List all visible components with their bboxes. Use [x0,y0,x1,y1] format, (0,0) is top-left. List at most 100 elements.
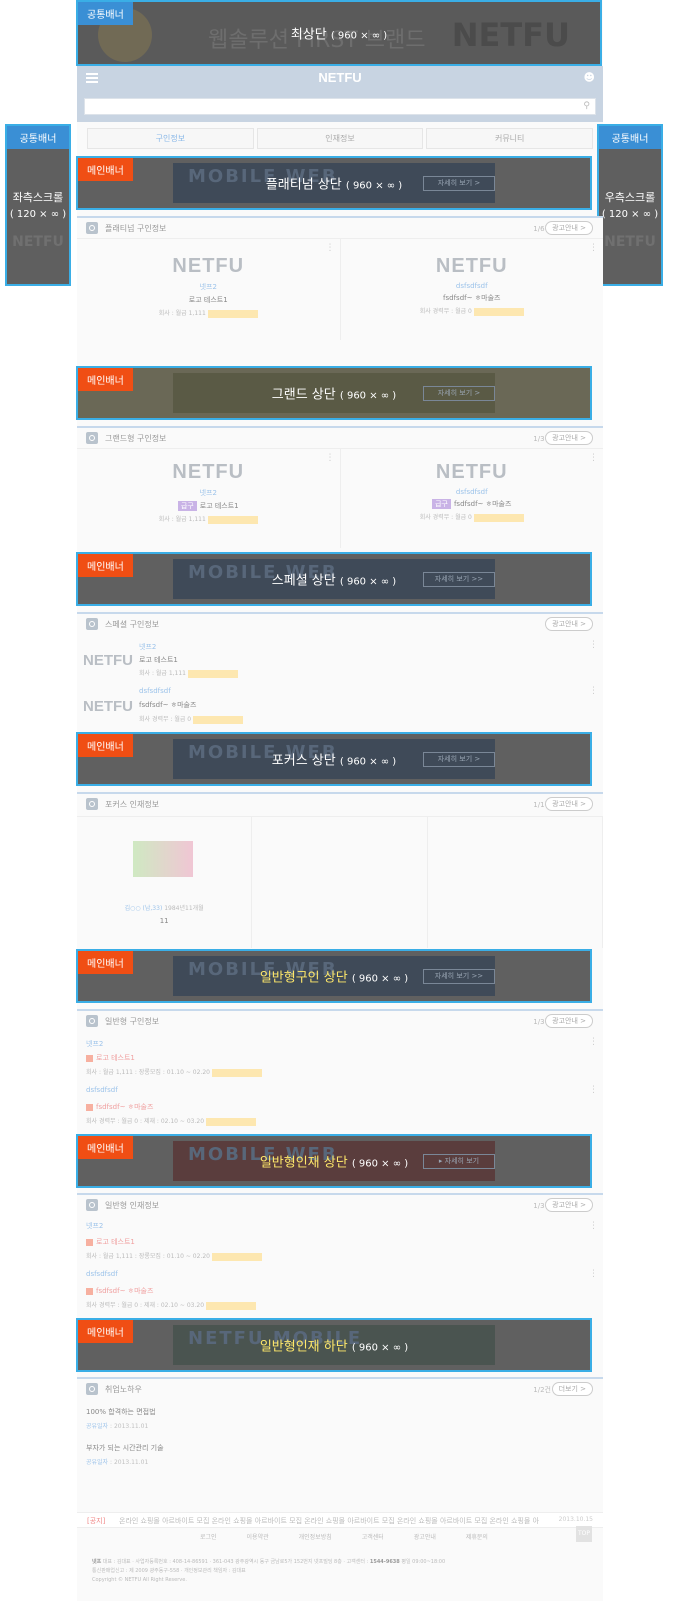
tab-community[interactable]: 커뮤니티 [426,128,594,149]
general-jobs-top-banner[interactable]: MOBILE WEB 자세히 보기 >> 메인배너 일반형구인 상단 ( 960… [76,949,592,1003]
left-scroll-banner[interactable]: 공통배너 NETFU 좌측스크롤( 120 × ∞ ) [5,124,71,286]
job-title: 급구 fsdfsdf~ ㅎ마술즈 [341,499,604,509]
more-icon[interactable]: ⋮ [326,453,335,463]
notice-ticker[interactable]: [공지] 온라인 쇼핑몰 아르바이트 모집 온라인 쇼핑몰 아르바이트 모집 온… [77,1512,603,1528]
company-name[interactable]: 넷프2 [86,1221,103,1231]
knowhow-title[interactable]: 부자가 되는 시간관리 기술 [86,1443,164,1453]
special-list: NETFU 넷프2 로고 테스트1 회사 : 월급 1,111 ⋮ NETFU … [77,634,603,730]
left-scroll-tag: 공통배너 [7,126,69,149]
job-pay: 회사 : 월급 1,111 [139,668,238,678]
company-logo: NETFU [435,255,508,277]
more-icon[interactable]: ⋮ [589,1085,598,1095]
footer-link-ads[interactable]: 광고안내 [414,1532,436,1548]
section-icon [86,222,98,234]
more-icon[interactable]: ⋮ [589,686,598,696]
banner-title: 그랜드 상단 ( 960 × ∞ ) [271,387,397,403]
job-pay: 회사 경력무 : 월급 0 : 제재 : 02.10 ~ 03.20 [86,1116,256,1126]
company-name[interactable]: dsfsdfsdf [86,1270,118,1278]
job-pay: 회사 경력무 : 월급 0 [341,306,604,316]
job-card[interactable]: ⋮ NETFU dsfsdfsdf 급구 fsdfsdf~ ㅎ마술즈 회사 경력무… [341,449,604,548]
job-icon [86,1287,93,1295]
general-talent-top-banner[interactable]: MOBILE WEB ▸ 자세히 보기 메인배너 일반형인재 상단 ( 960 … [76,1134,592,1188]
knowhow-title[interactable]: 100% 합격하는 면접법 [86,1407,156,1417]
footer-info: 넷프 대표 : 김대표 · 사업자등록번호 : 408-14-86591 · 3… [92,1559,446,1583]
more-icon[interactable]: ⋮ [589,1269,598,1279]
footer-link-privacy[interactable]: 개인정보방침 [299,1532,332,1548]
knowhow-section-header: 취업노하우 1/2건 더보기 > [77,1377,603,1399]
more-icon[interactable]: ⋮ [589,1221,598,1231]
section-title: 플래티넘 구인정보 [105,224,167,233]
ad-info-button[interactable]: 광고안내 > [545,797,593,811]
section-icon [86,798,98,810]
notice-date: 2013.10.15 [558,1516,593,1523]
knowhow-date: 공유일자 : 2013.11.01 [86,1423,149,1430]
general-jobs-section-header: 일반형 구인정보 1/3건 광고안내 > [77,1009,603,1031]
grand-section-header: 그랜드형 구인정보 1/3건 광고안내 > [77,426,603,448]
grand-top-banner[interactable]: 자세히 보기 > 메인배너 그랜드 상단 ( 960 × ∞ ) [76,366,592,420]
section-icon [86,432,98,444]
footer-link-partner[interactable]: 제휴문의 [466,1532,488,1548]
job-title[interactable]: 로고 테스트1 [139,655,178,665]
talent-card-empty [428,817,603,948]
company-name[interactable]: 넷프2 [139,642,156,652]
ad-info-button[interactable]: 광고안내 > [545,1014,593,1028]
footer-link-support[interactable]: 고객센터 [362,1532,384,1548]
job-title[interactable]: fsdfsdf~ ㅎ마술즈 [86,1286,153,1296]
more-icon[interactable]: ⋮ [589,243,598,253]
company-name[interactable]: dsfsdfsdf [86,1086,118,1094]
ad-info-button[interactable]: 광고안내 > [545,221,593,235]
job-icon [86,1238,93,1246]
company-name[interactable]: dsfsdfsdf [139,687,171,695]
job-title[interactable]: 로고 테스트1 [86,1237,135,1247]
more-button[interactable]: 더보기 > [551,1382,593,1396]
job-pay: 회사 : 월급 1,111 : 장롱모집 : 01.10 ~ 02.20 [86,1067,262,1077]
section-title: 포커스 인재정보 [105,800,160,809]
notice-message[interactable]: 온라인 쇼핑몰 아르바이트 모집 온라인 쇼핑몰 아르바이트 모집 온라인 쇼핑… [119,1516,539,1526]
tab-jobs[interactable]: 구인정보 [87,128,254,149]
job-title[interactable]: 로고 테스트1 [86,1053,135,1063]
right-scroll-ghost: NETFU [604,234,656,250]
footer-link-login[interactable]: 로그인 [200,1532,217,1548]
more-icon[interactable]: ⋮ [326,243,335,253]
focus-talent-grid: 김○○ (남,33) 1984년11개월 11 [77,816,603,948]
talent-card-empty [252,817,428,948]
top-banner-tag: 공통배너 [78,2,133,25]
right-scroll-banner[interactable]: 공통배너 NETFU 우측스크롤( 120 × ∞ ) [597,124,663,286]
platinum-top-banner[interactable]: MOBILE WEB 자세히 보기 > 메인배너 플래티넘 상단 ( 960 ×… [76,156,592,210]
more-icon[interactable]: ⋮ [589,1037,598,1047]
special-section-header: 스페셜 구인정보 광고안내 > [77,612,603,634]
talent-sub: 11 [159,917,169,925]
platinum-section-header: 플래티넘 구인정보 1/6건 광고안내 > [77,216,603,238]
company-name: dsfsdfsdf [455,488,488,496]
focus-top-banner[interactable]: MOBILE WEB 자세히 보기 > 메인배너 포커스 상단 ( 960 × … [76,732,592,786]
more-icon[interactable]: ⋮ [589,453,598,463]
special-top-banner[interactable]: MOBILE WEB 자세히 보기 >> 메인배너 스페셜 상단 ( 960 ×… [76,552,592,606]
company-name: dsfsdfsdf [455,282,488,290]
user-icon[interactable]: ☻ [584,71,595,84]
ad-info-button[interactable]: 광고안내 > [545,431,593,445]
general-talent-bottom-banner[interactable]: NETFU MOBILE 메인배너 일반형인재 하단 ( 960 × ∞ ) [76,1318,592,1372]
top-banner[interactable]: 웹솔루션 FIRST 브랜드 NETFU 공통배너 최상단 ( 960 × ∞ … [76,0,602,66]
search-icon[interactable]: ⚲ [583,101,590,111]
talent-card[interactable]: 김○○ (남,33) 1984년11개월 11 [77,817,253,948]
job-card[interactable]: ⋮ NETFU dsfsdfsdf fsdfsdf~ ㅎ마술즈 회사 경력무 :… [341,239,604,340]
footer-link-terms[interactable]: 이용약관 [247,1532,269,1548]
footer-nav: 로그인 이용약관 개인정보방침 고객센터 광고안내 제휴문의 [77,1532,603,1548]
left-scroll-ghost: NETFU [12,234,64,250]
banner-title: 스페셜 상단 ( 960 × ∞ ) [271,573,397,589]
more-icon[interactable]: ⋮ [589,640,598,650]
ad-info-button[interactable]: 광고안내 > [545,617,593,631]
company-logo: NETFU [435,461,508,483]
ad-info-button[interactable]: 광고안내 > [545,1198,593,1212]
job-card[interactable]: ⋮ NETFU 넷프2 급구 로고 테스트1 회사 : 월급 1,111 [77,449,341,548]
top-banner-title: 최상단 ( 960 × ∞ ) [290,27,388,43]
search-input[interactable]: ⚲ [84,98,596,115]
job-title[interactable]: fsdfsdf~ ㅎ마술즈 [139,700,196,710]
job-title[interactable]: fsdfsdf~ ㅎ마술즈 [86,1102,153,1112]
platinum-cards: ⋮ NETFU 넷프2 로고 테스트1 회사 : 월급 1,111 ⋮ NETF… [77,238,603,340]
logo[interactable]: NETFU [77,70,603,85]
company-name[interactable]: 넷프2 [86,1039,103,1049]
tab-talent[interactable]: 인재정보 [256,128,424,149]
section-icon [86,1015,98,1027]
job-card[interactable]: ⋮ NETFU 넷프2 로고 테스트1 회사 : 월급 1,111 [77,239,341,340]
